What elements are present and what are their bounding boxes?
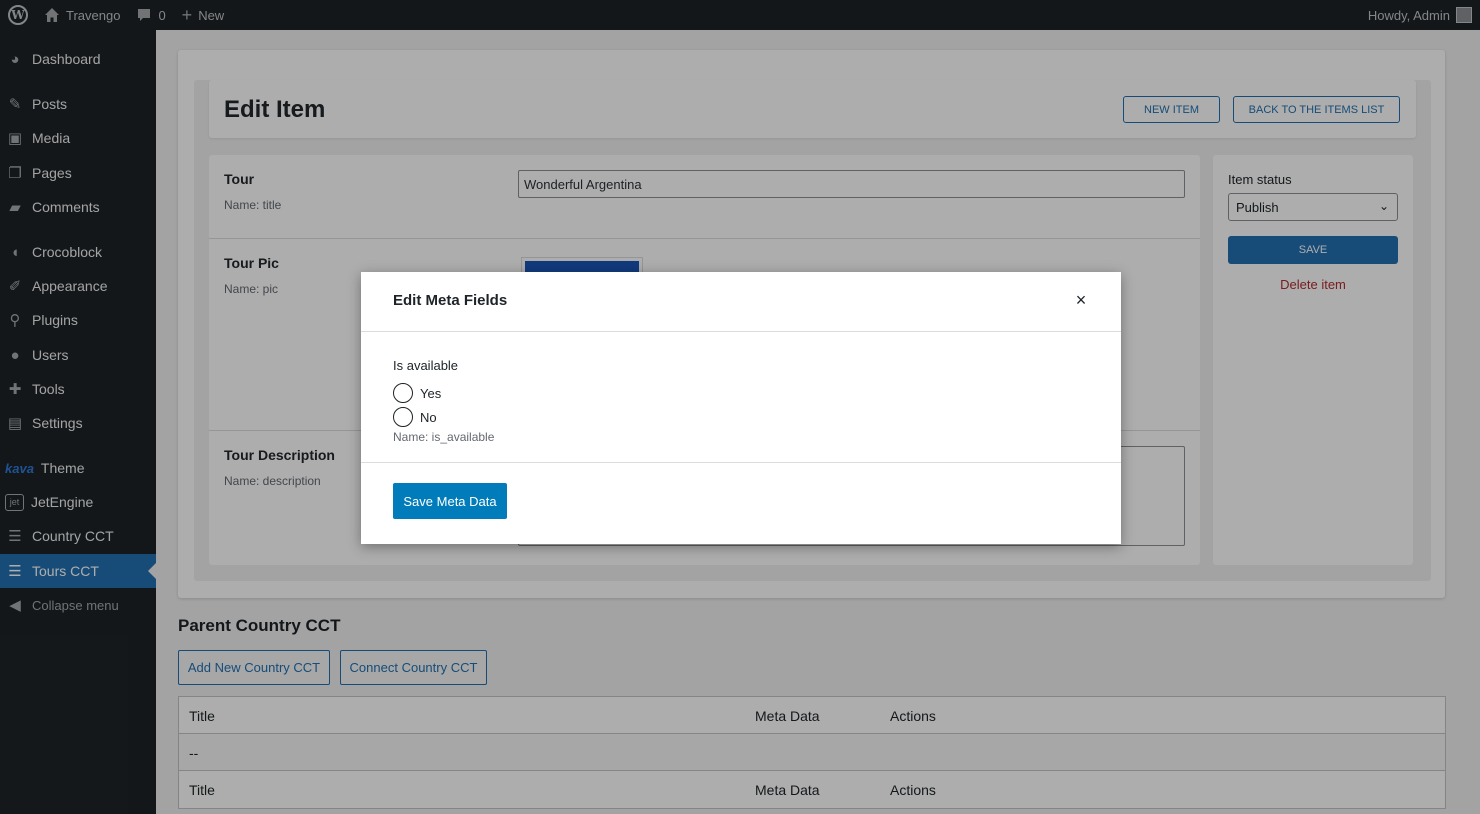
radio-option-no[interactable]: No [393, 407, 437, 427]
radio-label: No [420, 409, 437, 425]
radio-label: Yes [420, 385, 442, 401]
radio-option-yes[interactable]: Yes [393, 383, 441, 403]
modal-header: Edit Meta Fields × [361, 272, 1121, 332]
save-meta-data-button[interactable]: Save Meta Data [393, 483, 507, 519]
radio-button[interactable] [393, 407, 413, 427]
edit-meta-modal: Edit Meta Fields × Is available Yes No N… [361, 272, 1121, 544]
modal-title: Edit Meta Fields [393, 292, 508, 309]
is-available-label: Is available [393, 358, 459, 373]
meta-field-name: Name: is_available [393, 430, 495, 444]
modal-body: Is available Yes No Name: is_available [361, 333, 1121, 463]
radio-button[interactable] [393, 383, 413, 403]
close-icon[interactable]: × [1071, 288, 1091, 312]
